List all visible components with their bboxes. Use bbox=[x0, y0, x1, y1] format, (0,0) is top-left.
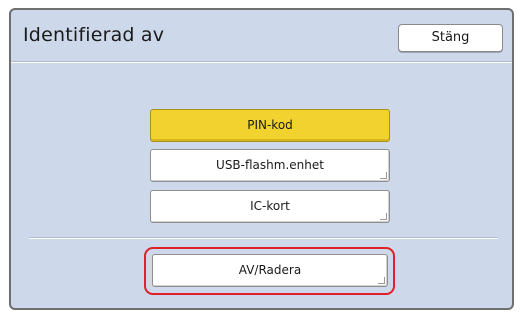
ic-card-button[interactable]: IC-kort bbox=[150, 190, 390, 223]
identified-by-dialog: Identifierad av Stäng PIN-kod USB-flashm… bbox=[9, 8, 514, 310]
close-button[interactable]: Stäng bbox=[398, 24, 503, 52]
ic-card-label: IC-kort bbox=[250, 199, 290, 213]
off-clear-button[interactable]: AV/Radera bbox=[152, 254, 388, 287]
button-corner-mark bbox=[380, 172, 387, 179]
dialog-title: Identifierad av bbox=[23, 24, 165, 46]
usb-flash-drive-button[interactable]: USB-flashm.enhet bbox=[150, 149, 390, 182]
header-divider bbox=[11, 61, 512, 63]
button-corner-mark bbox=[378, 277, 385, 284]
off-clear-label: AV/Radera bbox=[238, 263, 302, 277]
usb-flash-drive-label: USB-flashm.enhet bbox=[216, 158, 324, 172]
pin-code-button[interactable]: PIN-kod bbox=[150, 109, 390, 142]
pin-code-label: PIN-kod bbox=[247, 118, 293, 132]
options-divider bbox=[29, 237, 498, 239]
button-corner-mark bbox=[380, 213, 387, 220]
